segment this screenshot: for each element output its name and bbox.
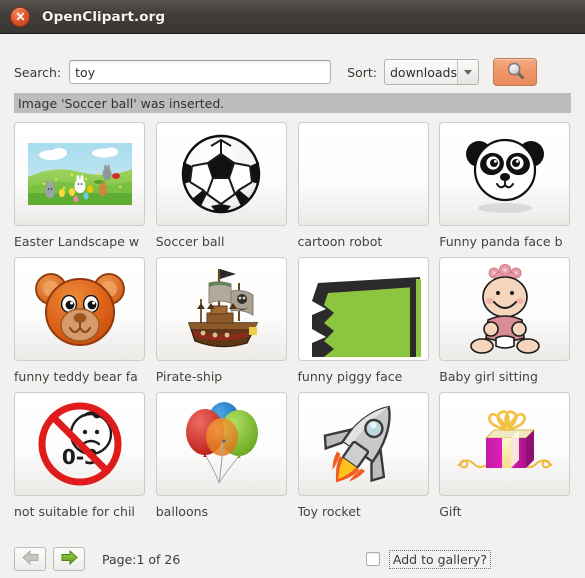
thumbnail[interactable] bbox=[439, 257, 571, 361]
status-bar: Image 'Soccer ball' was inserted. bbox=[14, 93, 571, 113]
soccer-ball-icon bbox=[179, 132, 263, 216]
result-label: funny teddy bear fa bbox=[14, 370, 138, 384]
result-label: Pirate-ship bbox=[155, 370, 223, 384]
result-label: funny piggy face bbox=[297, 370, 403, 384]
result-label: Funny panda face b bbox=[439, 235, 563, 249]
thumbnail[interactable] bbox=[155, 122, 287, 226]
result-label: Baby girl sitting bbox=[439, 370, 538, 384]
thumbnail[interactable] bbox=[14, 122, 145, 226]
piggy-face-icon bbox=[298, 258, 428, 360]
result-item[interactable]: Toy rocket bbox=[297, 392, 430, 527]
result-label: Toy rocket bbox=[297, 505, 361, 519]
result-item[interactable]: Funny panda face b bbox=[439, 122, 571, 257]
balloons-icon bbox=[175, 397, 267, 491]
teddy-bear-icon bbox=[32, 265, 128, 353]
thumbnail[interactable] bbox=[155, 257, 287, 361]
thumbnail[interactable] bbox=[155, 392, 287, 496]
thumbnail[interactable] bbox=[297, 392, 429, 496]
search-toolbar: Search: Sort: downloads bbox=[0, 34, 585, 86]
close-icon[interactable] bbox=[10, 6, 30, 27]
baby-girl-icon bbox=[462, 264, 548, 354]
arrow-right-icon bbox=[61, 549, 78, 569]
not-suitable-0-3-icon: 0-3 bbox=[35, 402, 125, 486]
add-to-gallery-label[interactable]: Add to gallery? bbox=[388, 549, 491, 569]
thumbnail[interactable] bbox=[439, 122, 571, 226]
result-label: Soccer ball bbox=[155, 235, 225, 249]
result-item[interactable]: balloons bbox=[155, 392, 288, 527]
thumbnail[interactable] bbox=[14, 257, 145, 361]
result-item[interactable]: funny piggy face bbox=[297, 257, 430, 392]
thumbnail-empty[interactable] bbox=[297, 122, 429, 226]
result-label: Easter Landscape w bbox=[14, 235, 140, 249]
result-item[interactable]: Gift bbox=[439, 392, 571, 527]
sort-dropdown-value: downloads bbox=[390, 64, 457, 80]
prev-page-button[interactable] bbox=[14, 547, 46, 571]
result-item[interactable]: funny teddy bear fa bbox=[14, 257, 146, 392]
result-item[interactable]: Baby girl sitting bbox=[439, 257, 571, 392]
easter-landscape-icon bbox=[27, 143, 132, 205]
pirate-ship-icon bbox=[173, 261, 269, 357]
search-label: Search: bbox=[14, 64, 62, 80]
title-bar: OpenClipart.org bbox=[0, 0, 585, 34]
result-label: balloons bbox=[155, 505, 209, 519]
add-to-gallery-group: Add to gallery? bbox=[365, 549, 571, 569]
window-title: OpenClipart.org bbox=[42, 8, 166, 25]
results-grid: Easter Landscape w Soccer ball cartoon r… bbox=[14, 122, 571, 540]
sort-dropdown[interactable]: downloads bbox=[384, 59, 479, 85]
search-button[interactable] bbox=[493, 58, 537, 86]
add-to-gallery-checkbox[interactable] bbox=[365, 552, 380, 566]
thumbnail[interactable] bbox=[297, 257, 429, 361]
result-label: not suitable for chil bbox=[14, 505, 135, 519]
openclipart-window: OpenClipart.org Search: Sort: downloads bbox=[0, 0, 585, 578]
magnifier-icon bbox=[506, 61, 525, 84]
bottom-bar: Page:1 of 26 Add to gallery? bbox=[14, 540, 571, 578]
result-item[interactable]: Pirate-ship bbox=[155, 257, 288, 392]
chevron-down-icon bbox=[457, 60, 478, 84]
thumbnail[interactable] bbox=[439, 392, 571, 496]
result-item[interactable]: cartoon robot bbox=[297, 122, 430, 257]
result-item[interactable]: Easter Landscape w bbox=[14, 122, 146, 257]
page-indicator: Page:1 of 26 bbox=[102, 551, 181, 567]
sort-label: Sort: bbox=[347, 64, 377, 80]
result-label: cartoon robot bbox=[297, 235, 383, 249]
search-input[interactable] bbox=[69, 60, 332, 84]
next-page-button[interactable] bbox=[53, 547, 85, 571]
panda-face-icon bbox=[459, 132, 551, 216]
thumbnail[interactable]: 0-3 bbox=[14, 392, 145, 496]
arrow-left-icon bbox=[21, 549, 39, 569]
toy-rocket-icon bbox=[315, 397, 411, 491]
gift-icon bbox=[450, 404, 560, 484]
status-message: Image 'Soccer ball' was inserted. bbox=[18, 95, 225, 111]
result-item[interactable]: Soccer ball bbox=[155, 122, 288, 257]
result-label: Gift bbox=[439, 505, 462, 519]
result-item[interactable]: 0-3 not suitable for chil bbox=[14, 392, 146, 527]
